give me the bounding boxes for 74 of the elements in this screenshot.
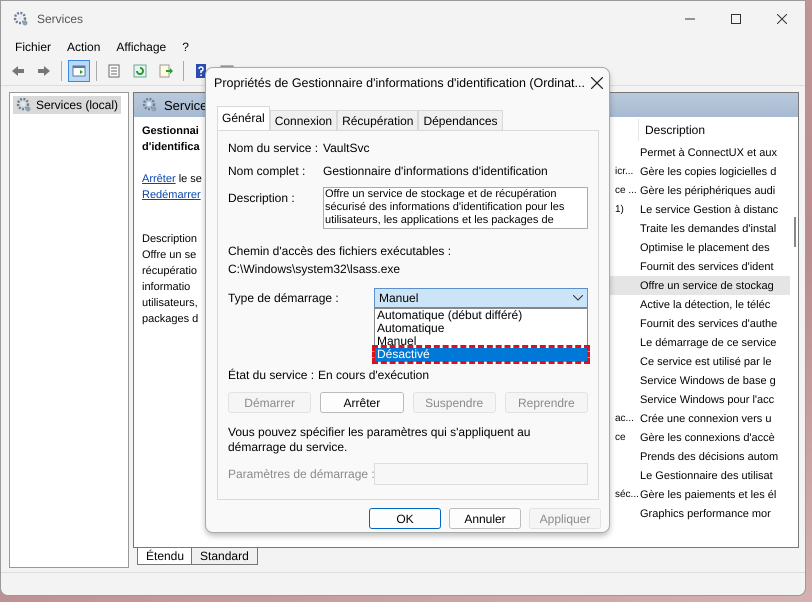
close-icon	[590, 77, 603, 89]
dialog-tab[interactable]: Récupération	[337, 110, 418, 130]
description-text: Offre un se	[142, 248, 196, 263]
dialog-button[interactable]: OK	[369, 508, 441, 529]
table-cell: 1)	[615, 204, 624, 215]
dialog-button[interactable]: Annuler	[449, 508, 521, 529]
chevron-down-icon	[573, 295, 583, 301]
field-label: État du service :	[228, 368, 316, 382]
description-text: utilisateurs,	[142, 296, 198, 311]
gear-icon	[16, 97, 32, 113]
description-text: informatio	[142, 280, 190, 295]
field-label: Type de démarrage :	[228, 291, 340, 305]
table-cell-text: Gère les copies logicielles d	[639, 166, 776, 178]
field-label: Chemin d'accès des fichiers exécutables :	[228, 244, 452, 258]
description-text: récupératio	[142, 264, 198, 279]
services-gear-icon	[13, 11, 29, 27]
description-text: Description	[142, 232, 198, 247]
export-icon	[158, 63, 174, 79]
properties-icon	[106, 63, 122, 79]
action-link[interactable]: Arrêter	[142, 173, 176, 185]
tree-item[interactable]: Services (local)	[13, 96, 122, 114]
dialog-tab[interactable]: Dépendances	[418, 110, 503, 130]
pane-layout-icon	[71, 63, 87, 79]
table-cell-text: Offre un service de stockag	[639, 280, 774, 292]
table-cell-text: Crée une connexion vers u	[639, 412, 772, 424]
column-header[interactable]: Description	[638, 119, 790, 141]
gear-icon	[142, 97, 158, 113]
back-arrow-icon	[10, 63, 26, 79]
status-value: En cours d'exécution	[318, 368, 430, 382]
description-box: Offre un service de stockage et de récupération sécurisé des informations d'identification pour les utilisateurs, les applications et les packages de	[323, 187, 588, 229]
startup-type-dropdown[interactable]: Manuel	[374, 288, 588, 308]
menu-item[interactable]: Affichage	[108, 40, 174, 54]
forward-arrow-icon	[36, 63, 52, 79]
dialog-tab[interactable]: Connexion	[270, 110, 338, 130]
dialog-tab[interactable]: Général	[217, 106, 270, 130]
close-icon	[777, 14, 787, 24]
menu-item[interactable]: Action	[59, 40, 108, 54]
toolbar-button[interactable]	[68, 60, 90, 82]
table-cell: ce ...	[615, 185, 637, 196]
pane-title: Service	[164, 98, 208, 112]
field-value: VaultSvc	[323, 141, 370, 155]
menu-item[interactable]: Fichier	[7, 40, 60, 54]
window-title: Services	[37, 12, 84, 26]
path-value: C:\Windows\system32\lsass.exe	[228, 262, 402, 276]
scrollbar-thumb[interactable]	[794, 217, 796, 247]
description-text: packages d	[142, 312, 198, 327]
field-label: Description :	[228, 190, 296, 205]
table-cell-text: Gère les paiements et les él	[639, 488, 776, 500]
dropdown-option[interactable]: Désactivé	[375, 348, 587, 361]
table-cell-text: Gère les connexions d'accè	[639, 432, 775, 444]
action-link[interactable]: Redémarrer	[142, 189, 201, 201]
table-cell: icr...	[615, 166, 634, 177]
service-title: d'identifica	[142, 140, 200, 155]
table-cell-text: Le service Gestion à distanc	[639, 204, 778, 216]
table-cell-text: Prends des décisions autom	[639, 450, 778, 462]
maximize-icon	[731, 14, 741, 24]
service-title: Gestionnai	[142, 124, 199, 139]
view-tab[interactable]: Étendu	[137, 548, 194, 565]
refresh-icon	[132, 63, 148, 79]
action-text: le se	[178, 173, 202, 185]
table-cell: séc...	[615, 489, 639, 500]
field-value: Gestionnaire d'informations d'identification	[323, 164, 549, 178]
dialog-title: Propriétés de Gestionnaire d'informations d'identification (Ordinat...	[214, 76, 585, 90]
view-tab[interactable]: Standard	[191, 548, 258, 565]
service-control-button[interactable]: Arrêter	[320, 392, 404, 413]
table-cell-text: Gère les périphériques audi	[639, 184, 776, 196]
table-cell: ce	[615, 432, 626, 443]
field-label: Nom complet :	[228, 164, 306, 178]
dropdown-option[interactable]: Manuel	[375, 335, 587, 348]
menu-item[interactable]: ?	[174, 40, 197, 54]
field-label: Nom du service :	[228, 141, 320, 155]
field-label: Paramètres de démarrage :	[228, 467, 374, 481]
hint-text: Vous pouvez spécifier les paramètres qui s'appliquent au démarrage du service.	[228, 425, 532, 455]
table-cell: ac...	[615, 413, 634, 424]
